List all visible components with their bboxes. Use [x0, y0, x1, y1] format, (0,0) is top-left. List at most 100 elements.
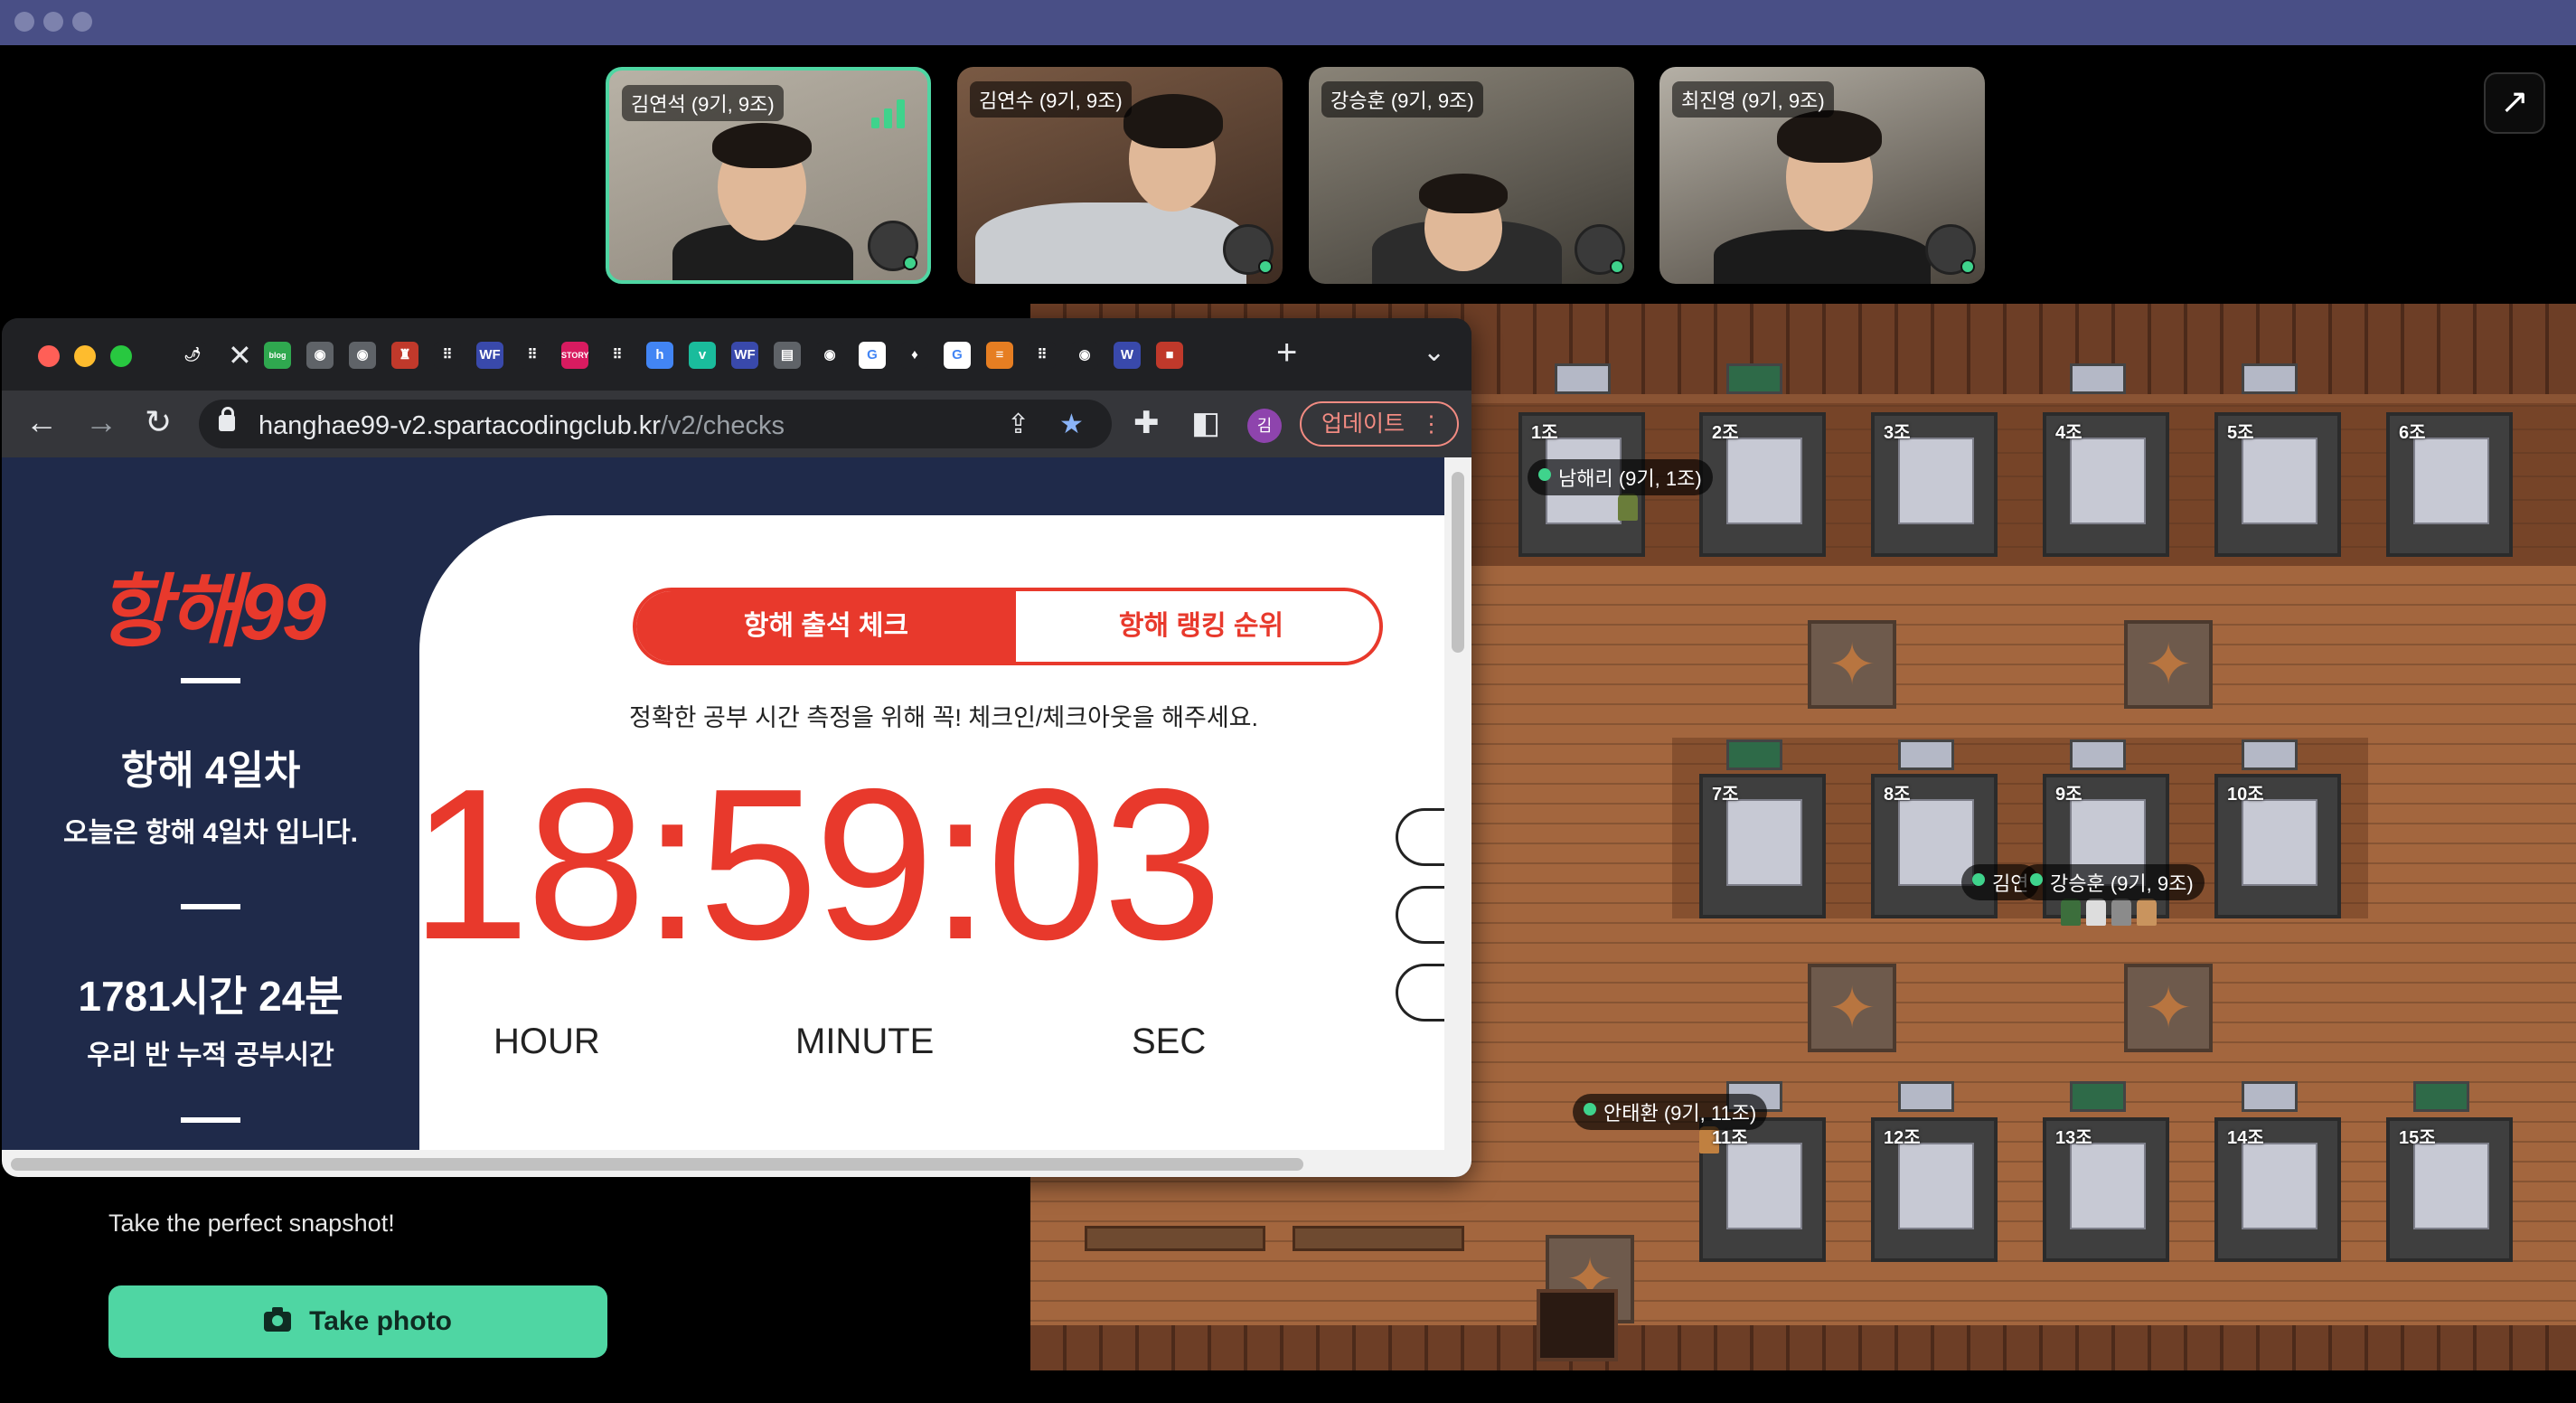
pinned-tab-icon[interactable]: WF [476, 342, 503, 369]
scrollbar-thumb[interactable] [1452, 472, 1464, 653]
horizontal-scrollbar[interactable] [2, 1150, 1471, 1177]
total-study-time: 1781시간 24분 [78, 973, 343, 1020]
zoom-window-button[interactable] [110, 345, 132, 367]
player-sprite[interactable] [2111, 899, 2131, 926]
scrollbar-thumb[interactable] [11, 1158, 1303, 1171]
player-sprite[interactable] [1618, 494, 1638, 521]
pinned-tab-icon[interactable]: ♜ [391, 342, 418, 369]
bookmark-star-icon[interactable]: ★ [1059, 409, 1084, 440]
desk-label: 10조 [2227, 785, 2264, 805]
checkin-notice: 정확한 공부 시간 측정을 위해 꼭! 체크인/체크아웃을 해주세요. [628, 704, 1258, 731]
pinned-tab-icon[interactable]: v [689, 342, 716, 369]
online-status-icon [903, 256, 917, 270]
update-button[interactable]: 업데이트 ⋮ [1300, 401, 1459, 447]
participant-name: 최진영 (9기, 9조) [1672, 81, 1834, 118]
address-bar[interactable]: hanghae99-v2.spartacodingclub.kr/v2/chec… [199, 400, 1112, 448]
monitor [2242, 1081, 2298, 1112]
player-sprite[interactable] [2061, 899, 2081, 926]
pinned-tab-icon[interactable]: ■ [1156, 342, 1183, 369]
window-title-bar [0, 0, 2576, 45]
participant-name: 김연석 (9기, 9조) [622, 85, 784, 121]
pinned-tab-icon[interactable]: STORY [561, 342, 589, 369]
vertical-scrollbar[interactable] [1444, 457, 1471, 1150]
close-window-button[interactable] [38, 345, 60, 367]
side-panel-icon[interactable]: ◧ [1191, 405, 1220, 441]
rug [2124, 964, 2213, 1052]
back-icon[interactable]: ← [25, 403, 58, 441]
bench [1085, 1226, 1265, 1251]
window-close-button[interactable] [14, 12, 34, 32]
pinned-tab-icon[interactable]: ◉ [306, 342, 334, 369]
timer-hour-label: HOUR [494, 1022, 600, 1061]
reload-icon[interactable]: ↻ [145, 403, 172, 441]
desk: 4조 [2043, 412, 2169, 557]
avatar [1925, 224, 1976, 275]
player-sprite[interactable] [2137, 899, 2157, 926]
rug [1808, 620, 1896, 709]
hanghae99-logo[interactable]: 항해99 [2, 548, 419, 663]
pinned-tab-icon[interactable]: G [859, 342, 886, 369]
pinned-tab-icon[interactable]: WF [731, 342, 758, 369]
video-tile[interactable]: 김연수 (9기, 9조) [957, 67, 1283, 284]
timer-minute-label: MINUTE [795, 1022, 935, 1061]
pinned-tab-icon[interactable]: G [944, 342, 971, 369]
tab-switcher: 항해 출석 체크 항해 랭킹 순위 [633, 588, 1383, 665]
pinned-tab-icon[interactable]: ⠿ [434, 342, 461, 369]
video-tile[interactable]: 강승훈 (9기, 9조) [1309, 67, 1634, 284]
player-name-tag: 남해리 (9기, 1조) [1528, 459, 1713, 495]
url-path: /v2/checks [660, 411, 785, 440]
expand-icon[interactable]: ↗ [2484, 72, 2545, 134]
take-photo-button[interactable]: Take photo [108, 1285, 607, 1358]
pinned-tab-icon[interactable]: ⠿ [1029, 342, 1056, 369]
timer-sec-label: SEC [1132, 1022, 1207, 1061]
minimize-window-button[interactable] [74, 345, 96, 367]
web-page: 항해99 항해 4일차 오늘은 항해 4일차 입니다. 1781시간 24분 우… [2, 457, 1444, 1150]
desk: 2조 [1699, 412, 1826, 557]
pinned-tab-icon[interactable]: ◉ [1071, 342, 1098, 369]
pinned-tab-icon[interactable]: ▤ [774, 342, 801, 369]
profile-avatar[interactable]: 김 [1247, 409, 1282, 443]
online-status-icon [1960, 259, 1975, 274]
pinned-tab-icon[interactable]: h [646, 342, 673, 369]
participant-name: 강승훈 (9기, 9조) [1321, 81, 1483, 118]
more-menu-icon[interactable]: ⋮ [1420, 403, 1443, 445]
new-tab-button[interactable]: + [1276, 333, 1297, 373]
side-button[interactable] [1396, 808, 1444, 866]
player-sprite[interactable] [2086, 899, 2106, 926]
participant-hair [1777, 110, 1882, 163]
extensions-icon[interactable]: ✚ [1133, 405, 1160, 441]
pinned-tab-icon[interactable]: ♦ [901, 342, 928, 369]
tab-attendance[interactable]: 항해 출석 체크 [636, 591, 1016, 662]
pinned-tab-icon[interactable]: ◉ [349, 342, 376, 369]
desk: 3조 [1871, 412, 1998, 557]
pinned-tab-icon[interactable]: ◉ [816, 342, 843, 369]
pinned-tab-icon[interactable]: ⠿ [604, 342, 631, 369]
video-tile[interactable]: 김연석 (9기, 9조) [606, 67, 931, 284]
window-minimize-button[interactable] [43, 12, 63, 32]
pinned-tab-icon[interactable]: ≡ [986, 342, 1013, 369]
video-tile[interactable]: 최진영 (9기, 9조) [1659, 67, 1985, 284]
desk: 13조 [2043, 1117, 2169, 1262]
side-button[interactable] [1396, 964, 1444, 1022]
window-zoom-button[interactable] [72, 12, 92, 32]
info-sidebar: 항해99 항해 4일차 오늘은 항해 4일차 입니다. 1781시간 24분 우… [2, 457, 419, 1150]
share-icon[interactable]: ⇪ [1007, 409, 1029, 440]
pinned-tab-icon[interactable]: blog [264, 342, 291, 369]
monitor [1726, 363, 1782, 394]
pinned-tab-icon[interactable]: W [1114, 342, 1141, 369]
side-button[interactable] [1396, 886, 1444, 944]
divider [181, 1117, 240, 1123]
desk-label: 3조 [1884, 423, 1911, 443]
lock-icon [219, 407, 235, 431]
attendance-panel: 항해 출석 체크 항해 랭킹 순위 정확한 공부 시간 측정을 위해 꼭! 체크… [410, 515, 1444, 1150]
pinned-tab-icon[interactable]: ⠿ [519, 342, 546, 369]
close-icon[interactable]: ✕ [228, 338, 252, 372]
pinned-tab-icon[interactable]: 🌶 [179, 342, 206, 369]
desk-label: 2조 [1712, 423, 1739, 443]
tab-search-chevron-icon[interactable]: ⌄ [1423, 336, 1445, 368]
tab-ranking[interactable]: 항해 랭킹 순위 [1016, 591, 1379, 662]
exit-door [1537, 1289, 1618, 1361]
desk: 10조 [2214, 774, 2341, 918]
forward-icon[interactable]: → [85, 403, 118, 441]
study-timer: 18:59:03 [410, 745, 1222, 984]
